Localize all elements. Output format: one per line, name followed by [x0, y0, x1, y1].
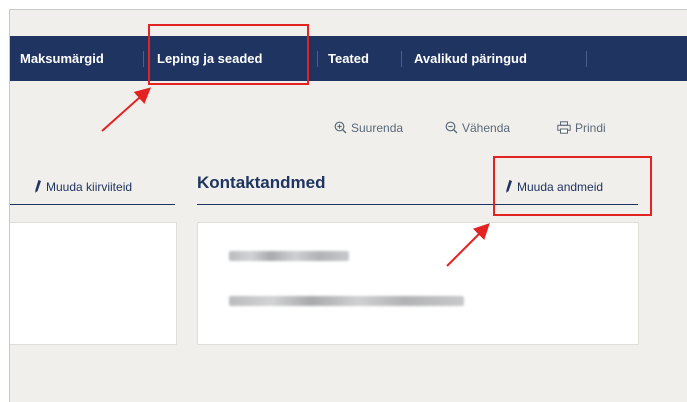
arrow-to-nav-icon — [101, 87, 151, 132]
annotation-arrows — [101, 87, 490, 267]
app-frame: Maksumärgid Leping ja seaded Teated Aval… — [9, 9, 687, 402]
arrow-to-edit-icon — [446, 223, 490, 267]
